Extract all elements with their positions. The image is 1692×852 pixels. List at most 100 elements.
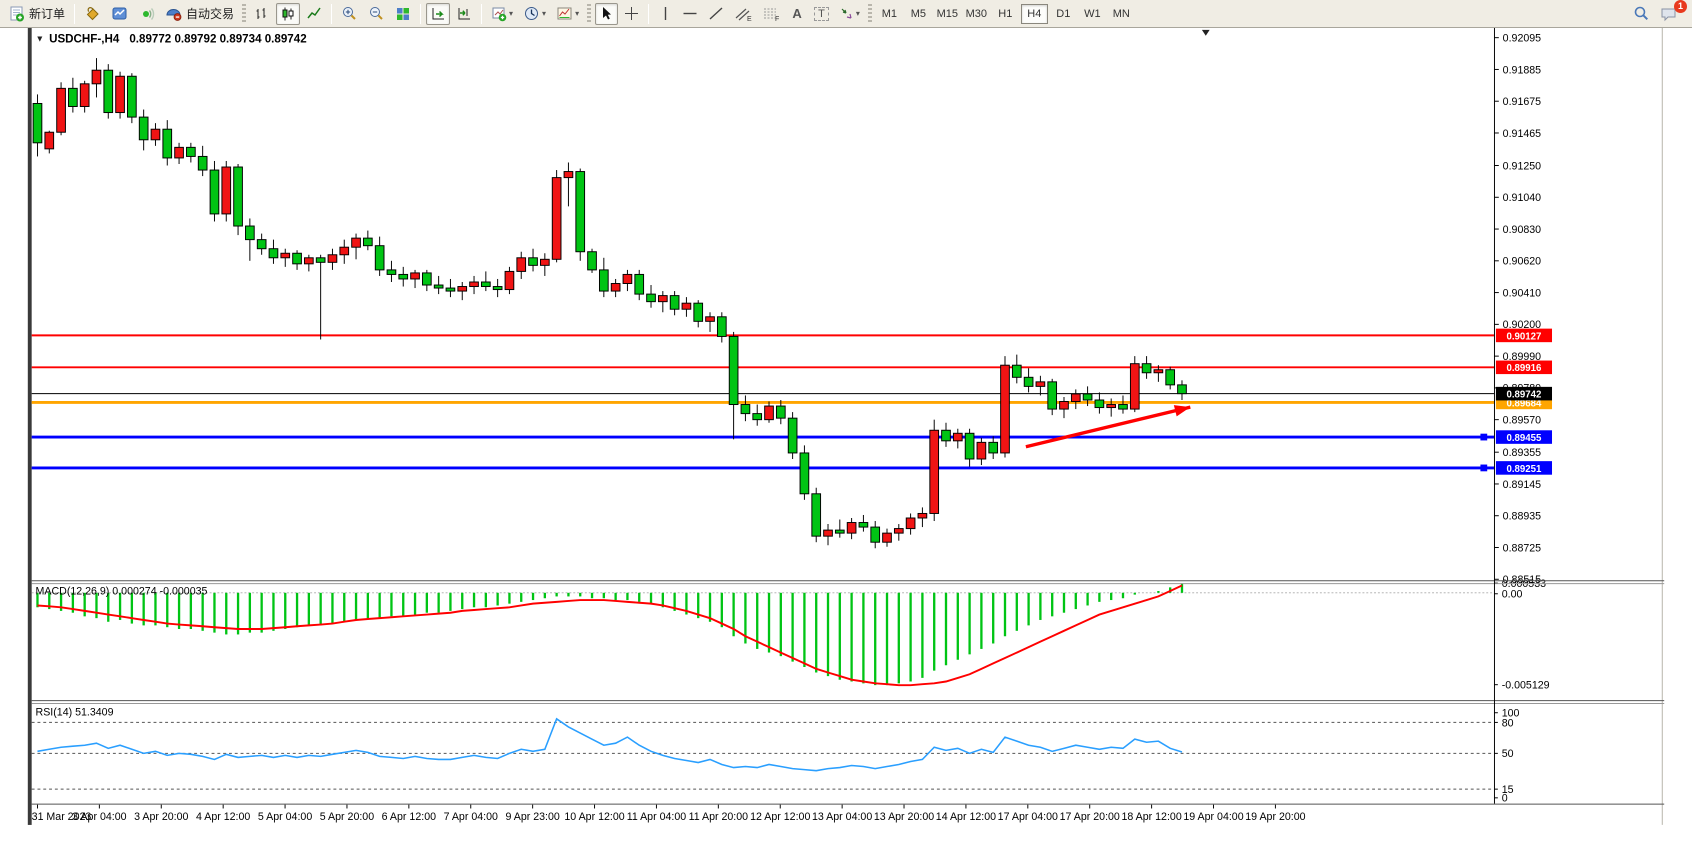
candle-body bbox=[800, 453, 809, 494]
candle-body bbox=[505, 271, 514, 289]
arrow-annotation[interactable] bbox=[1026, 405, 1190, 447]
macd-signal-line bbox=[37, 586, 1182, 686]
auto-trading-label: 自动交易 bbox=[186, 5, 234, 22]
timeframe-H1[interactable]: H1 bbox=[992, 4, 1019, 24]
candle-body bbox=[1166, 370, 1175, 385]
candle-body bbox=[588, 252, 597, 270]
level-handle[interactable] bbox=[1480, 434, 1487, 441]
horizontal-line-icon bbox=[682, 6, 698, 21]
candle-body bbox=[599, 270, 608, 291]
cursor-button[interactable] bbox=[595, 3, 618, 25]
timeframe-M1[interactable]: M1 bbox=[876, 4, 903, 24]
horizontal-levels-layer[interactable] bbox=[32, 335, 1494, 471]
candle-body bbox=[729, 336, 738, 404]
chart-shift-marker[interactable] bbox=[1202, 30, 1210, 36]
new-chart-button[interactable]: ▾ bbox=[487, 3, 517, 25]
candle-body bbox=[576, 172, 585, 252]
candle-body bbox=[210, 170, 219, 214]
timeframe-M5[interactable]: M5 bbox=[905, 4, 932, 24]
line-chart-button[interactable] bbox=[302, 3, 326, 25]
price-tick-label: 0.91465 bbox=[1503, 128, 1541, 140]
candle-body bbox=[611, 284, 620, 292]
auto-trading-button[interactable]: 自动交易 bbox=[161, 3, 238, 25]
candle-body bbox=[139, 117, 148, 140]
candle-body bbox=[658, 296, 667, 302]
main-toolbar: 新订单 自动交易 bbox=[0, 0, 1692, 28]
tile-windows-icon bbox=[395, 6, 411, 22]
search-button[interactable] bbox=[1629, 3, 1654, 25]
timeframe-M30[interactable]: M30 bbox=[963, 4, 990, 24]
symbol-dropdown-icon[interactable]: ▼ bbox=[36, 34, 45, 44]
horizontal-line-button[interactable] bbox=[678, 3, 702, 25]
cursor-icon bbox=[599, 6, 614, 21]
trendline-button[interactable] bbox=[704, 3, 728, 25]
candle-body bbox=[257, 240, 266, 249]
signal-button[interactable] bbox=[134, 3, 159, 25]
macd-axis-label: 0.00 bbox=[1502, 589, 1523, 601]
candle-body bbox=[623, 274, 632, 283]
candle-body bbox=[493, 287, 502, 290]
candle-body bbox=[234, 167, 243, 226]
periods-button[interactable]: ▾ bbox=[519, 3, 550, 25]
time-label: 13 Apr 04:00 bbox=[812, 811, 872, 823]
timeframe-M15[interactable]: M15 bbox=[934, 4, 961, 24]
text-label-button[interactable]: T bbox=[810, 3, 833, 25]
candle-body bbox=[859, 523, 868, 528]
new-order-button[interactable]: 新订单 bbox=[5, 3, 69, 25]
price-tick-label: 0.91885 bbox=[1503, 64, 1541, 76]
price-tick-label: 0.89145 bbox=[1503, 479, 1541, 491]
crosshair-icon bbox=[624, 6, 639, 21]
auto-scroll-button[interactable] bbox=[426, 3, 450, 25]
equidistant-channel-button[interactable]: E bbox=[730, 3, 756, 25]
time-label: 3 Apr 20:00 bbox=[134, 811, 188, 823]
fibonacci-button[interactable]: F bbox=[758, 3, 784, 25]
crosshair-button[interactable] bbox=[620, 3, 643, 25]
candlestick-chart-button[interactable] bbox=[276, 3, 300, 25]
rsi-indicator-layer: 1008050150 bbox=[32, 708, 1520, 805]
price-badge-label: 0.89251 bbox=[1507, 464, 1543, 475]
timeframe-H4[interactable]: H4 bbox=[1021, 4, 1048, 24]
timeframe-MN[interactable]: MN bbox=[1108, 4, 1135, 24]
price-tick-label: 0.91040 bbox=[1503, 192, 1541, 204]
bar-chart-icon bbox=[254, 6, 270, 22]
chart-canvas[interactable]: 0.920950.918850.916750.914650.912500.910… bbox=[0, 28, 1692, 852]
time-label: 18 Apr 12:00 bbox=[1121, 811, 1181, 823]
candle-body bbox=[989, 442, 998, 453]
candle-body bbox=[1012, 365, 1021, 377]
chevron-down-icon: ▾ bbox=[542, 9, 546, 18]
notifications-button[interactable]: 1 bbox=[1656, 3, 1682, 25]
timeframe-D1[interactable]: D1 bbox=[1050, 4, 1077, 24]
candle-body bbox=[894, 529, 903, 534]
market-watch-button[interactable] bbox=[107, 3, 132, 25]
bar-chart-button[interactable] bbox=[250, 3, 274, 25]
price-tick-label: 0.91250 bbox=[1503, 160, 1541, 172]
text-tool-button[interactable]: A bbox=[786, 3, 808, 25]
price-tick-label: 0.90620 bbox=[1503, 256, 1541, 268]
level-handle[interactable] bbox=[1480, 465, 1487, 472]
candle-body bbox=[753, 414, 762, 420]
line-chart-icon bbox=[306, 6, 322, 22]
candle-body bbox=[871, 527, 880, 542]
price-badge-label: 0.89916 bbox=[1507, 363, 1543, 374]
candle-body bbox=[776, 406, 785, 418]
paint-bucket-button[interactable] bbox=[80, 3, 105, 25]
time-axis-layer: 31 Mar 20233 Apr 04:003 Apr 20:004 Apr 1… bbox=[32, 805, 1306, 823]
price-tick-label: 0.91675 bbox=[1503, 96, 1541, 108]
vertical-line-button[interactable] bbox=[654, 3, 676, 25]
rsi-label: RSI(14) 51.3409 bbox=[36, 707, 114, 719]
macd-indicator-layer: 0.0005330.00-0.005129 bbox=[32, 578, 1550, 692]
paint-bucket-icon bbox=[84, 5, 101, 22]
trend-arrow-line[interactable] bbox=[1026, 407, 1190, 447]
zoom-in-button[interactable] bbox=[337, 3, 362, 25]
candle-body bbox=[340, 247, 349, 255]
window-left-border bbox=[28, 28, 32, 825]
tile-windows-button[interactable] bbox=[391, 3, 415, 25]
candle-body bbox=[765, 406, 774, 420]
market-watch-icon bbox=[111, 5, 128, 22]
zoom-out-button[interactable] bbox=[364, 3, 389, 25]
templates-button[interactable]: ▾ bbox=[552, 3, 583, 25]
candle-body bbox=[517, 258, 526, 272]
timeframe-W1[interactable]: W1 bbox=[1079, 4, 1106, 24]
arrows-button[interactable]: ▾ bbox=[835, 3, 864, 25]
chart-shift-button[interactable] bbox=[452, 3, 476, 25]
